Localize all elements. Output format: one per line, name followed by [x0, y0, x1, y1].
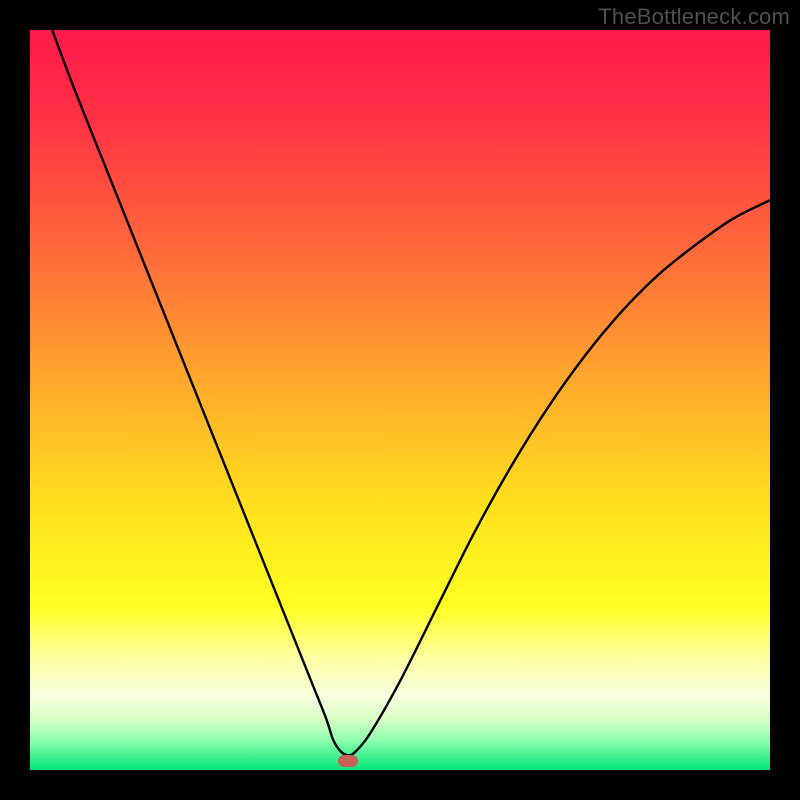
optimum-marker: [338, 755, 358, 767]
gradient-background: [30, 30, 770, 770]
watermark-text: TheBottleneck.com: [598, 4, 790, 30]
chart-area: [30, 30, 770, 770]
